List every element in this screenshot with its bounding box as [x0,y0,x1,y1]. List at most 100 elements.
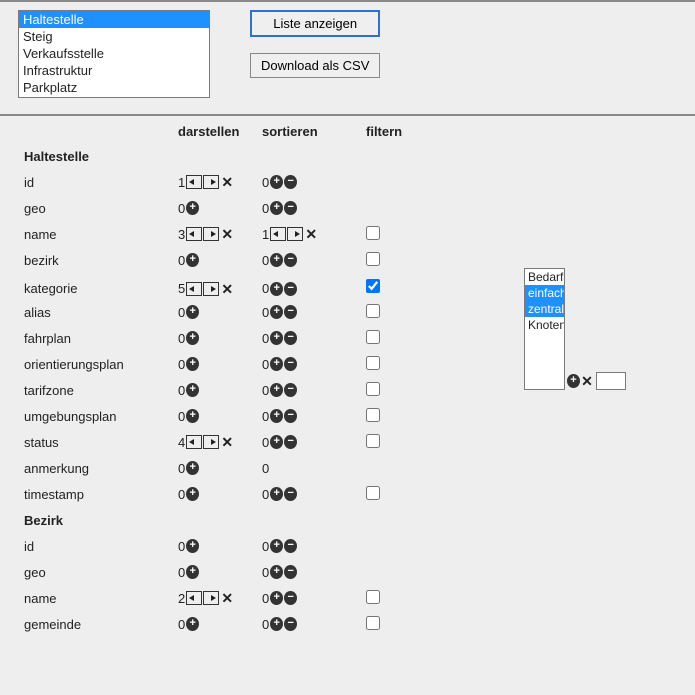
filter-checkbox[interactable] [366,330,380,344]
close-icon[interactable]: ✕ [220,435,234,449]
minus-icon[interactable]: − [284,201,297,215]
close-icon[interactable]: ✕ [220,227,234,241]
table-row: tarifzone0+0+− [24,377,510,403]
plus-icon[interactable]: + [186,383,199,397]
minus-icon[interactable]: − [284,357,297,371]
plus-icon[interactable]: + [270,357,283,371]
filter-checkbox[interactable] [366,590,380,604]
plus-icon[interactable]: + [270,282,283,296]
filter-checkbox[interactable] [366,616,380,630]
row-label: anmerkung [24,455,178,481]
plus-icon[interactable]: + [270,617,283,631]
value-number: 2 [178,591,185,606]
entity-listbox[interactable]: HaltestelleSteigVerkaufsstelleInfrastruk… [18,10,210,98]
show-list-button[interactable]: Liste anzeigen [250,10,380,37]
filter-checkbox[interactable] [366,304,380,318]
plus-icon[interactable]: + [270,409,283,423]
arrow-right-icon[interactable] [203,227,219,241]
plus-icon[interactable]: + [186,357,199,371]
plus-icon[interactable]: + [270,201,283,215]
minus-icon[interactable]: − [284,565,297,579]
plus-icon[interactable]: + [270,435,283,449]
close-icon[interactable]: ✕ [304,227,318,241]
plus-icon[interactable]: + [270,331,283,345]
arrow-right-icon[interactable] [287,227,303,241]
minus-icon[interactable]: − [284,409,297,423]
filter-listbox-option[interactable]: einfache Hst. [525,285,564,301]
filter-checkbox[interactable] [366,486,380,500]
minus-icon[interactable]: − [284,591,297,605]
plus-icon[interactable]: + [186,201,199,215]
minus-icon[interactable]: − [284,617,297,631]
listbox-option[interactable]: Parkplatz [19,79,209,96]
close-icon[interactable]: ✕ [220,591,234,605]
plus-icon[interactable]: + [270,253,283,267]
listbox-option[interactable]: Infrastruktur [19,62,209,79]
filter-listbox-option[interactable]: zentrale Hst. [525,301,564,317]
plus-icon[interactable]: + [270,539,283,553]
arrow-left-icon[interactable] [186,175,202,189]
plus-icon[interactable]: + [270,565,283,579]
minus-icon[interactable]: − [284,539,297,553]
header-sortieren: sortieren [262,122,366,143]
plus-icon[interactable]: + [186,331,199,345]
plus-icon[interactable]: + [186,253,199,267]
arrow-right-icon[interactable] [203,591,219,605]
kategorie-filter-listbox[interactable]: Bedarfshst.einfache Hst.zentrale Hst.Kno… [524,268,565,390]
arrow-left-icon[interactable] [186,591,202,605]
plus-icon[interactable]: + [186,305,199,319]
minus-icon[interactable]: − [284,383,297,397]
filter-checkbox[interactable] [366,279,380,293]
kategorie-filter-popup: Bedarfshst.einfache Hst.zentrale Hst.Kno… [524,268,626,390]
filter-listbox-option[interactable]: Knotenpunkt [525,317,564,333]
filter-checkbox[interactable] [366,226,380,240]
filter-checkbox[interactable] [366,408,380,422]
close-icon[interactable]: ✕ [580,374,594,388]
plus-icon[interactable]: + [270,305,283,319]
close-icon[interactable]: ✕ [220,282,234,296]
minus-icon[interactable]: − [284,175,297,189]
close-icon[interactable]: ✕ [220,175,234,189]
value-number: 1 [178,175,185,190]
minus-icon[interactable]: − [284,253,297,267]
listbox-option[interactable]: Steig [19,28,209,45]
plus-icon[interactable]: + [270,487,283,501]
arrow-left-icon[interactable] [270,227,286,241]
plus-icon[interactable]: + [186,487,199,501]
table-row: id0+0+− [24,533,510,559]
minus-icon[interactable]: − [284,435,297,449]
minus-icon[interactable]: − [284,487,297,501]
minus-icon[interactable]: − [284,305,297,319]
plus-icon[interactable]: + [186,539,199,553]
filter-checkbox[interactable] [366,252,380,266]
plus-icon[interactable]: + [270,383,283,397]
plus-icon[interactable]: + [270,591,283,605]
download-csv-button[interactable]: Download als CSV [250,53,380,78]
value-number: 0 [262,435,269,450]
filter-listbox-option[interactable]: Bedarfshst. [525,269,564,285]
table-row: kategorie5✕0+− [24,273,510,299]
row-label: alias [24,299,178,325]
filter-checkbox[interactable] [366,382,380,396]
arrow-left-icon[interactable] [186,435,202,449]
minus-icon[interactable]: − [284,331,297,345]
listbox-option[interactable]: Haltestelle [19,11,209,28]
arrow-left-icon[interactable] [186,227,202,241]
arrow-right-icon[interactable] [203,282,219,296]
plus-icon[interactable]: + [186,409,199,423]
arrow-right-icon[interactable] [203,435,219,449]
filter-checkbox[interactable] [366,356,380,370]
plus-icon[interactable]: + [567,374,580,388]
plus-icon[interactable]: + [270,175,283,189]
filter-text-input[interactable] [596,372,626,390]
plus-icon[interactable]: + [186,617,199,631]
table-row: name2✕0+− [24,585,510,611]
plus-icon[interactable]: + [186,461,199,475]
filter-checkbox[interactable] [366,434,380,448]
listbox-option[interactable]: Verknüpfung [19,96,209,98]
plus-icon[interactable]: + [186,565,199,579]
arrow-left-icon[interactable] [186,282,202,296]
listbox-option[interactable]: Verkaufsstelle [19,45,209,62]
minus-icon[interactable]: − [284,282,297,296]
arrow-right-icon[interactable] [203,175,219,189]
